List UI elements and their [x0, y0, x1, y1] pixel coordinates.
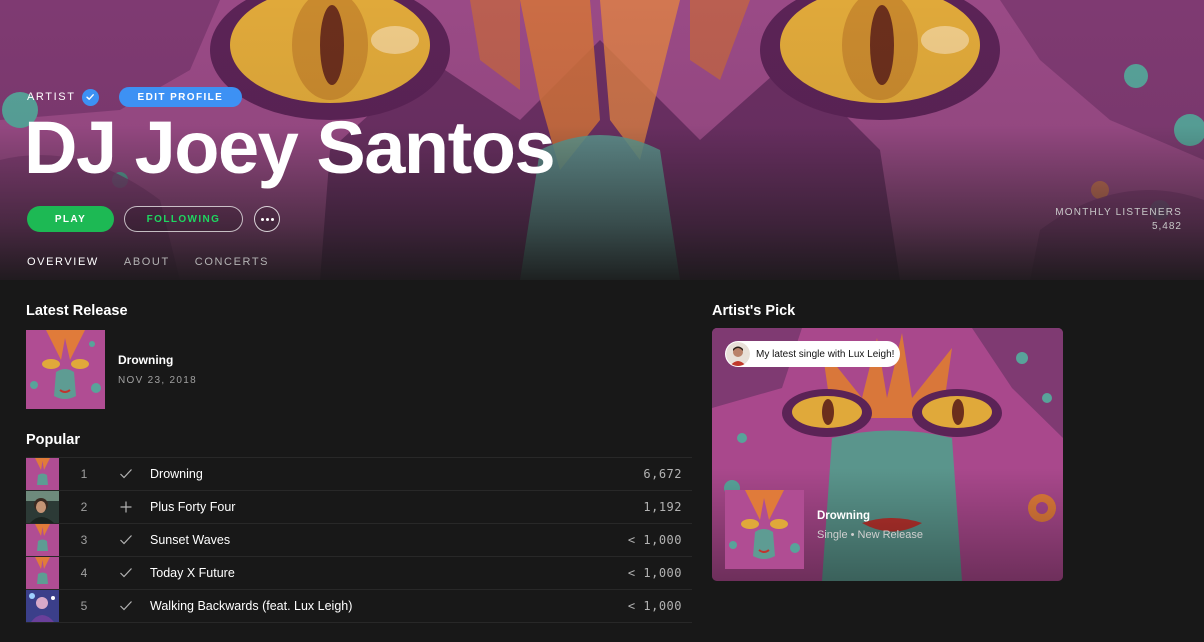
track-play-count: < 1,000 [627, 599, 682, 613]
track-number: 4 [80, 566, 88, 580]
latest-release-title[interactable]: Drowning [118, 353, 173, 367]
artist-tabs: OVERVIEW ABOUT CONCERTS [27, 256, 294, 276]
popular-tracks: 1 Drowning 6,672 2 Plus Forty Four 1,192… [26, 457, 692, 623]
track-thumbnail [26, 458, 59, 490]
check-icon[interactable] [109, 468, 143, 480]
track-title: Today X Future [150, 566, 235, 580]
tab-about[interactable]: ABOUT [124, 256, 170, 276]
check-icon[interactable] [109, 600, 143, 612]
latest-release-date: NOV 23, 2018 [118, 375, 197, 386]
artists-pick-comment: My latest single with Lux Leigh! [725, 341, 901, 367]
track-play-count: < 1,000 [627, 533, 682, 547]
play-button[interactable]: PLAY [27, 206, 114, 232]
track-thumbnail [26, 557, 59, 589]
table-row[interactable]: 5 Walking Backwards (feat. Lux Leigh) < … [26, 589, 692, 623]
check-icon[interactable] [109, 567, 143, 579]
artist-type-row: ARTIST EDIT PROFILE [27, 87, 243, 107]
track-title: Sunset Waves [150, 533, 231, 547]
track-title: Walking Backwards (feat. Lux Leigh) [150, 599, 353, 613]
table-row[interactable]: 2 Plus Forty Four 1,192 [26, 490, 692, 523]
artist-type-label: ARTIST [27, 91, 76, 103]
latest-release-heading: Latest Release [26, 303, 128, 319]
table-row[interactable]: 4 Today X Future < 1,000 [26, 556, 692, 589]
track-number: 5 [80, 599, 88, 613]
artists-pick-title[interactable]: Drowning [817, 510, 870, 522]
ellipsis-icon [260, 217, 264, 221]
edit-profile-button[interactable]: EDIT PROFILE [118, 87, 243, 107]
popular-heading: Popular [26, 432, 80, 448]
tab-concerts[interactable]: CONCERTS [195, 256, 269, 276]
artists-pick-heading: Artist's Pick [712, 303, 796, 319]
track-title: Drowning [150, 467, 203, 481]
track-thumbnail [26, 491, 59, 523]
track-play-count: 6,672 [643, 467, 682, 481]
table-row[interactable]: 1 Drowning 6,672 [26, 457, 692, 490]
plus-icon[interactable] [109, 501, 143, 513]
artists-pick-quote: My latest single with Lux Leigh! [756, 348, 895, 360]
artist-header: ARTIST EDIT PROFILE DJ Joey Santos PLAY … [0, 0, 1204, 280]
track-play-count: 1,192 [643, 500, 682, 514]
track-play-count: < 1,000 [627, 566, 682, 580]
tab-overview[interactable]: OVERVIEW [27, 256, 99, 276]
monthly-listeners-count: 5,482 [1151, 221, 1182, 232]
check-icon[interactable] [109, 534, 143, 546]
track-thumbnail [26, 590, 59, 622]
avatar [726, 342, 750, 366]
monthly-listeners-label: MONTHLY LISTENERS [1055, 207, 1182, 218]
monthly-listeners: MONTHLY LISTENERS 5,482 [1055, 207, 1182, 232]
track-thumbnail [26, 524, 59, 556]
more-options-button[interactable] [254, 206, 280, 232]
table-row[interactable]: 3 Sunset Waves < 1,000 [26, 523, 692, 556]
artists-pick-cover[interactable] [725, 490, 804, 569]
following-button[interactable]: FOLLOWING [124, 206, 243, 232]
artists-pick-subtitle: Single • New Release [817, 529, 923, 541]
verified-check-icon [81, 88, 99, 106]
track-title: Plus Forty Four [150, 500, 236, 514]
track-number: 3 [80, 533, 88, 547]
latest-release-cover[interactable] [26, 330, 105, 409]
track-number: 2 [80, 500, 88, 514]
track-number: 1 [80, 467, 88, 481]
artist-name: DJ Joey Santos [24, 106, 556, 189]
